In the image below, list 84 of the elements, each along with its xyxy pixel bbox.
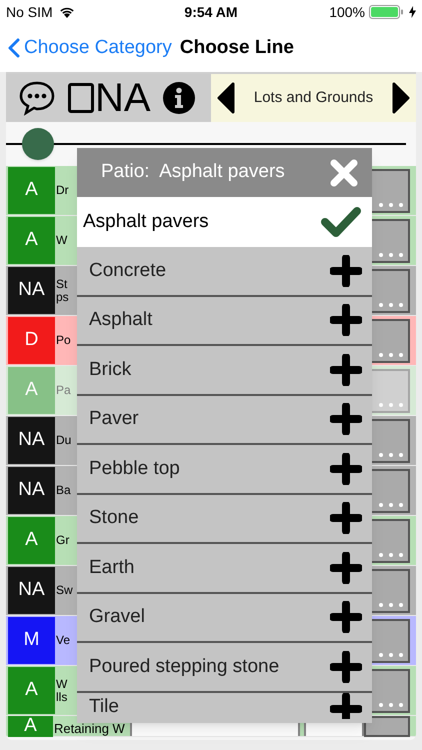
- option-row[interactable]: Earth: [77, 544, 372, 594]
- option-label: Concrete: [89, 258, 166, 282]
- ellipsis-icon: [378, 602, 404, 606]
- option-row[interactable]: Concrete: [77, 247, 372, 296]
- page-title: Choose Line: [180, 36, 294, 60]
- plus-icon: [330, 354, 362, 386]
- ellipsis-icon: [378, 352, 404, 356]
- previous-arrow-icon[interactable]: [217, 82, 235, 114]
- battery-icon: [369, 5, 405, 19]
- option-label: Pebble top: [89, 456, 180, 480]
- ellipsis-icon: [378, 502, 404, 506]
- row-label: Ba: [55, 484, 71, 497]
- option-row[interactable]: Brick: [77, 346, 372, 396]
- checkmark-icon: [320, 206, 362, 238]
- rating-badge[interactable]: D: [8, 317, 55, 364]
- next-arrow-icon[interactable]: [392, 82, 410, 114]
- slider-thumb[interactable]: [22, 128, 54, 160]
- option-row[interactable]: Poured stepping stone: [77, 643, 372, 692]
- option-label: Earth: [89, 556, 134, 580]
- row-label: W lls: [55, 678, 68, 704]
- option-label: Asphalt: [89, 308, 152, 332]
- back-button[interactable]: Choose Category: [8, 34, 172, 62]
- plus-icon: [330, 552, 362, 584]
- more-button[interactable]: [364, 716, 410, 737]
- option-row[interactable]: Asphalt pavers: [77, 197, 372, 247]
- row-label: Retaining W: [53, 722, 126, 736]
- option-label: Gravel: [89, 605, 145, 629]
- plus-icon: [330, 601, 362, 634]
- ellipsis-icon: [378, 652, 404, 656]
- plus-icon: [330, 452, 362, 485]
- ellipsis-icon: [378, 202, 404, 206]
- row-label: Pa: [55, 384, 71, 397]
- rating-badge[interactable]: A: [8, 517, 55, 564]
- plus-icon: [330, 692, 362, 718]
- popup-title: Patio: Asphalt pavers: [101, 160, 285, 184]
- plus-icon: [330, 650, 362, 683]
- ellipsis-icon: [378, 402, 404, 406]
- option-label: Poured stepping stone: [89, 654, 280, 678]
- option-row[interactable]: Gravel: [77, 594, 372, 643]
- option-row[interactable]: Paver: [77, 396, 372, 445]
- row-label: Ve: [55, 634, 71, 647]
- ellipsis-icon: [378, 302, 404, 306]
- row-label: W: [55, 234, 68, 247]
- plus-icon: [330, 304, 362, 336]
- rating-badge[interactable]: A: [8, 716, 54, 737]
- option-label: Brick: [89, 358, 132, 382]
- option-label: Stone: [89, 506, 139, 530]
- option-row[interactable]: Asphalt: [77, 296, 372, 346]
- clock-text: 9:54 AM: [183, 2, 239, 22]
- speech-bubble-icon[interactable]: [18, 80, 56, 116]
- chevron-left-icon: [8, 38, 20, 58]
- carrier-text: No SIM: [6, 2, 53, 22]
- close-icon[interactable]: [330, 158, 358, 186]
- option-label: Paver: [89, 407, 139, 431]
- rating-badge[interactable]: NA: [8, 267, 55, 314]
- rating-badge[interactable]: A: [8, 217, 55, 264]
- ellipsis-icon: [378, 702, 404, 706]
- plus-icon: [330, 502, 362, 534]
- rating-badge[interactable]: A: [8, 667, 55, 714]
- battery-text: 100%: [329, 2, 365, 22]
- plus-icon: [330, 403, 362, 436]
- option-row[interactable]: Stone: [77, 494, 372, 544]
- option-label: Tile: [89, 694, 119, 718]
- option-label: Asphalt pavers: [83, 210, 209, 234]
- ellipsis-icon: [378, 252, 404, 256]
- rating-badge[interactable]: NA: [8, 567, 55, 614]
- option-row[interactable]: Pebble top: [77, 445, 372, 494]
- rating-badge[interactable]: A: [8, 167, 55, 214]
- ellipsis-icon: [378, 452, 404, 456]
- row-label: St ps: [55, 278, 70, 304]
- row-label: Po: [55, 334, 71, 347]
- row-label: Gr: [55, 534, 70, 547]
- charging-icon: [409, 6, 416, 18]
- row-label: Dr: [55, 184, 70, 197]
- rating-badge[interactable]: M: [8, 617, 55, 664]
- rating-badge[interactable]: NA: [8, 467, 55, 514]
- info-icon[interactable]: [162, 82, 195, 114]
- category-name: Lots and Grounds: [254, 88, 374, 108]
- row-label: Du: [55, 434, 71, 447]
- plus-icon: [330, 254, 362, 287]
- rating-badge[interactable]: NA: [8, 417, 55, 464]
- row-label: Sw: [55, 584, 71, 597]
- ellipsis-icon: [378, 552, 404, 556]
- wifi-icon: [58, 6, 75, 18]
